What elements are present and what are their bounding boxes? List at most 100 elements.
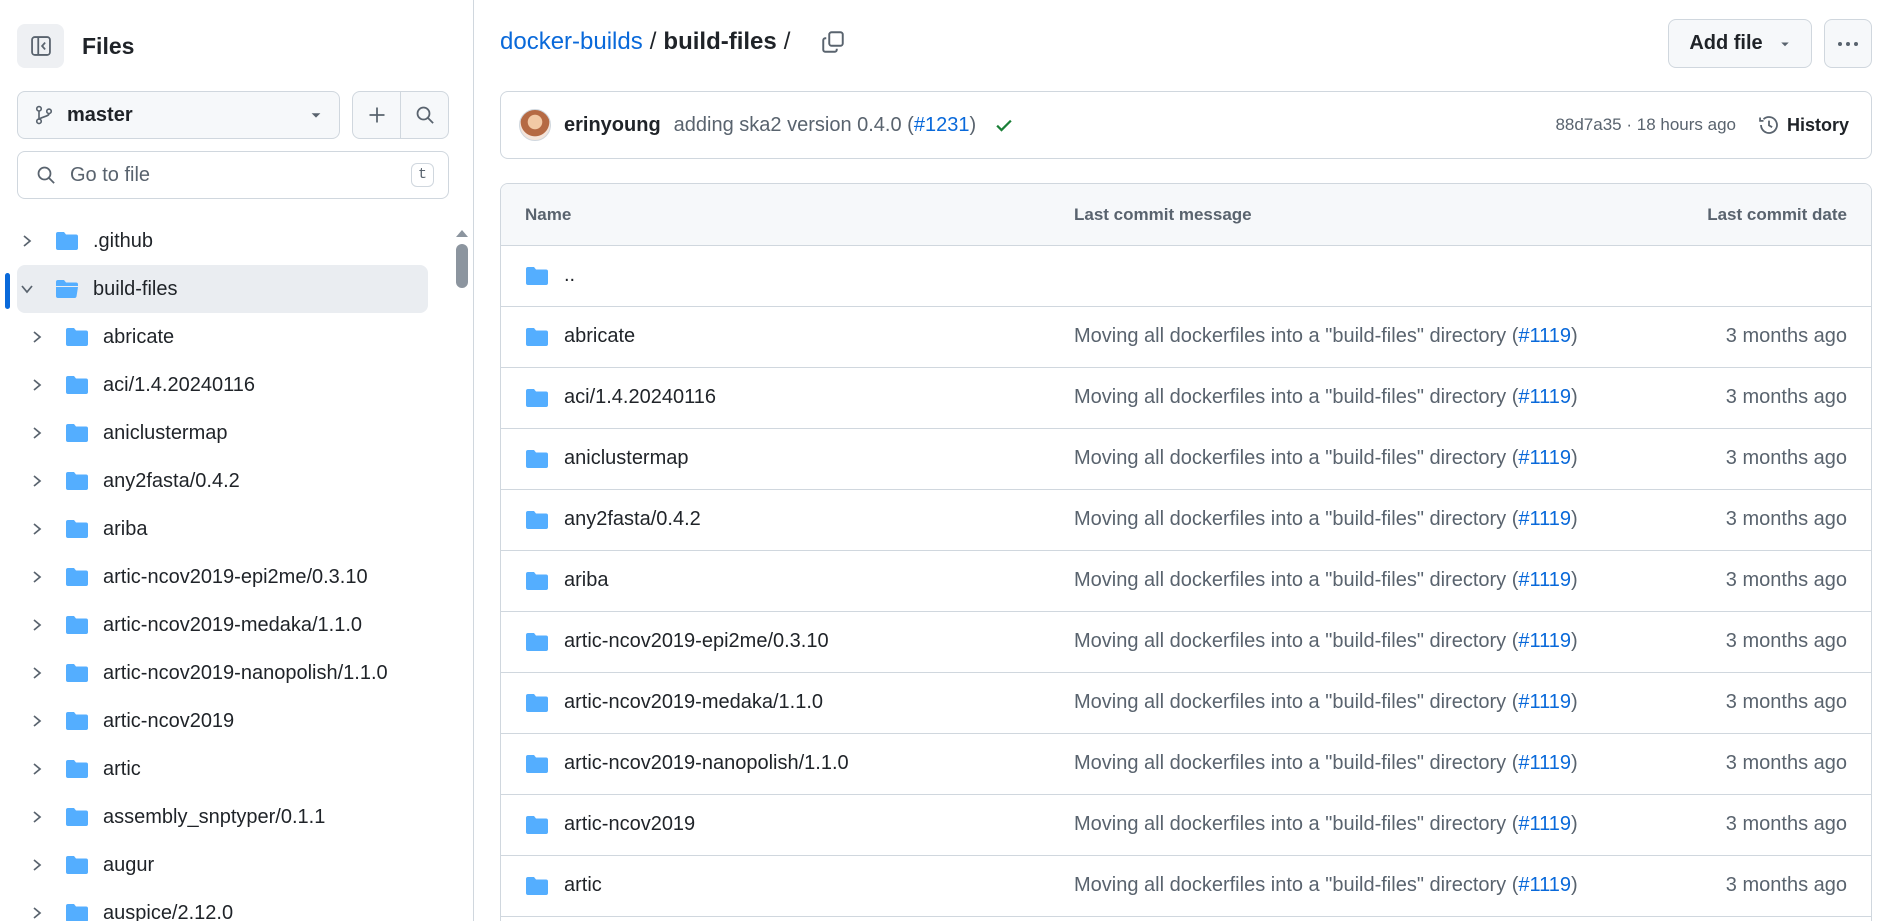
chevron-right-icon[interactable] (27, 810, 47, 824)
commit-pr-link[interactable]: #1119 (1518, 630, 1571, 652)
commit-author[interactable]: erinyoung (564, 114, 661, 137)
file-name-link[interactable]: abricate (564, 325, 635, 348)
check-icon[interactable] (994, 115, 1014, 135)
chevron-right-icon[interactable] (27, 330, 47, 344)
sidebar-tree-item[interactable]: artic-ncov2019 (0, 697, 440, 745)
more-options-button[interactable] (1824, 19, 1872, 68)
sidebar-tree-item-label: build-files (93, 277, 178, 300)
sidebar-tree-item[interactable]: aci/1.4.20240116 (0, 361, 440, 409)
file-name-link[interactable]: any2fasta/0.4.2 (564, 508, 701, 531)
file-name-link[interactable]: aniclustermap (564, 447, 689, 470)
commit-pr-link[interactable]: #1119 (1518, 386, 1571, 408)
chevron-right-icon[interactable] (27, 474, 47, 488)
search-tree-button[interactable] (400, 92, 448, 138)
chevron-right-icon[interactable] (27, 714, 47, 728)
chevron-right-icon[interactable] (27, 858, 47, 872)
commit-message-link[interactable]: Moving all dockerfiles into a "build-fil… (1074, 508, 1578, 531)
chevron-right-icon[interactable] (17, 234, 37, 248)
chevron-right-icon[interactable] (27, 906, 47, 920)
table-row[interactable]: artic-ncov2019-nanopolish/1.1.0 Moving al… (501, 734, 1871, 795)
breadcrumb: docker-builds / build-files / (500, 28, 845, 56)
file-name-link[interactable]: artic-ncov2019-medaka/1.1.0 (564, 691, 823, 714)
add-file-tree-button[interactable] (353, 92, 400, 138)
table-row[interactable]: artic Moving all dockerfiles into a "buil… (501, 856, 1871, 917)
table-row[interactable]: ariba Moving all dockerfiles into a "buil… (501, 551, 1871, 612)
sidebar-tree-item[interactable]: artic-ncov2019-medaka/1.1.0 (0, 601, 440, 649)
table-row[interactable]: any2fasta/0.4.2 Moving all dockerfiles in… (501, 490, 1871, 551)
chevron-down-icon[interactable] (17, 283, 37, 295)
file-name-link[interactable]: ariba (564, 569, 608, 592)
chevron-right-icon[interactable] (27, 570, 47, 584)
commit-pr-link[interactable]: #1119 (1518, 447, 1571, 469)
file-name-link[interactable]: artic-ncov2019-nanopolish/1.1.0 (564, 752, 849, 775)
commit-message-link[interactable]: Moving all dockerfiles into a "build-fil… (1074, 630, 1578, 653)
table-row[interactable]: aci/1.4.20240116 Moving all dockerfiles i… (501, 368, 1871, 429)
sidebar-tree-item[interactable]: artic (0, 745, 440, 793)
collapse-sidebar-button[interactable] (17, 24, 64, 68)
chevron-right-icon[interactable] (27, 522, 47, 536)
breadcrumb-separator: / (783, 28, 791, 55)
branch-name: master (67, 103, 133, 126)
commit-pr-link[interactable]: #1119 (1518, 691, 1571, 713)
sidebar-tree-item[interactable]: ariba (0, 505, 440, 553)
sidebar-tree-item[interactable]: aniclustermap (0, 409, 440, 457)
table-row[interactable]: artic-ncov2019-epi2me/0.3.10 Moving all d… (501, 612, 1871, 673)
file-name-link[interactable]: artic-ncov2019 (564, 813, 695, 836)
commit-message-link[interactable]: Moving all dockerfiles into a "build-fil… (1074, 874, 1578, 897)
breadcrumb-separator: / (649, 28, 657, 55)
parent-directory-row[interactable]: .. (501, 246, 1871, 307)
scroll-up-arrow-icon[interactable] (455, 223, 469, 243)
commit-message-link[interactable]: Moving all dockerfiles into a "build-fil… (1074, 752, 1578, 775)
commit-message[interactable]: adding ska2 version 0.4.0 (#1231) (674, 114, 976, 137)
table-row[interactable]: artic-ncov2019 Moving all dockerfiles int… (501, 795, 1871, 856)
branch-selector[interactable]: master (17, 91, 340, 139)
table-row[interactable]: artic-ncov2019-medaka/1.1.0 Moving all do… (501, 673, 1871, 734)
sidebar-tree-item[interactable]: auspice/2.12.0 (0, 889, 440, 921)
commit-pr-link[interactable]: #1119 (1518, 569, 1571, 591)
table-row[interactable]: abricate Moving all dockerfiles into a "b… (501, 307, 1871, 368)
sidebar-tree-item[interactable]: abricate (0, 313, 440, 361)
sidebar-scrollbar-thumb[interactable] (456, 244, 468, 288)
table-row[interactable]: aniclustermap Moving all dockerfiles into… (501, 429, 1871, 490)
triangle-down-icon (309, 108, 323, 122)
sidebar-tree-item[interactable]: .github (0, 217, 440, 265)
avatar[interactable] (519, 109, 551, 141)
commit-message-link[interactable]: Moving all dockerfiles into a "build-fil… (1074, 447, 1578, 470)
sidebar-tree-item-label: artic-ncov2019 (103, 709, 235, 732)
commit-message-link[interactable]: Moving all dockerfiles into a "build-fil… (1074, 691, 1578, 714)
sidebar-tree-item-label: artic-ncov2019-nanopolish/1.1.0 (103, 661, 388, 684)
parent-directory-link[interactable]: .. (564, 264, 575, 287)
go-to-file-input[interactable]: Go to file t (17, 151, 449, 199)
commit-message-link[interactable]: Moving all dockerfiles into a "build-fil… (1074, 569, 1578, 592)
sidebar-tree-item[interactable]: artic-ncov2019-epi2me/0.3.10 (0, 553, 440, 601)
chevron-right-icon[interactable] (27, 618, 47, 632)
sidebar-tree-item-label: .github (93, 229, 154, 252)
history-button[interactable]: History (1758, 114, 1849, 136)
commit-message-link[interactable]: Moving all dockerfiles into a "build-fil… (1074, 386, 1578, 409)
commit-pr-link[interactable]: #1231 (914, 114, 970, 136)
commit-sha-and-time[interactable]: 88d7a35 · 18 hours ago (1555, 115, 1736, 135)
commit-pr-link[interactable]: #1119 (1518, 508, 1571, 530)
commit-pr-link[interactable]: #1119 (1518, 813, 1571, 835)
chevron-right-icon[interactable] (27, 666, 47, 680)
file-name-link[interactable]: artic (564, 874, 602, 897)
commit-pr-link[interactable]: #1119 (1518, 752, 1571, 774)
commit-message-link[interactable]: Moving all dockerfiles into a "build-fil… (1074, 325, 1578, 348)
commit-pr-link[interactable]: #1119 (1518, 874, 1571, 896)
commit-message-link[interactable]: Moving all dockerfiles into a "build-fil… (1074, 813, 1578, 836)
sidebar-tree-item[interactable]: augur (0, 841, 440, 889)
chevron-right-icon[interactable] (27, 762, 47, 776)
copy-path-button[interactable] (821, 30, 845, 54)
sidebar-tree-item[interactable]: artic-ncov2019-nanopolish/1.1.0 (0, 649, 440, 697)
breadcrumb-repo-link[interactable]: docker-builds (500, 28, 643, 56)
commit-pr-link[interactable]: #1119 (1518, 325, 1571, 347)
chevron-right-icon[interactable] (27, 378, 47, 392)
file-name-link[interactable]: aci/1.4.20240116 (564, 386, 716, 409)
add-file-button[interactable]: Add file (1668, 19, 1812, 68)
chevron-right-icon[interactable] (27, 426, 47, 440)
file-name-link[interactable]: artic-ncov2019-epi2me/0.3.10 (564, 630, 829, 653)
sidebar-header: Files (17, 24, 134, 68)
sidebar-tree-item[interactable]: any2fasta/0.4.2 (0, 457, 440, 505)
sidebar-tree-item[interactable]: build-files (17, 265, 428, 313)
sidebar-tree-item[interactable]: assembly_snptyper/0.1.1 (0, 793, 440, 841)
